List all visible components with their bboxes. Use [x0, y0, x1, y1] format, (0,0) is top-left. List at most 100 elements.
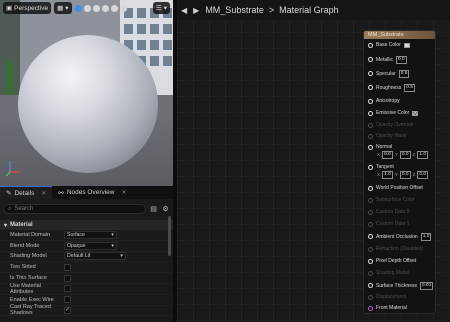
tangent-x-value[interactable]: 1.0 — [382, 171, 393, 179]
section-material-header[interactable]: ▾ Material — [0, 220, 173, 230]
pin-emissive-color[interactable]: Emissive Color — [364, 110, 435, 116]
axis-x-label: X — [377, 172, 381, 178]
chevron-down-icon: ▾ — [111, 242, 114, 249]
pin-icon[interactable] — [368, 164, 373, 170]
pin-tangent[interactable]: Tangent — [364, 164, 435, 170]
cast-ray-traced-shadows-checkbox[interactable]: ✓ — [64, 306, 71, 314]
surface-thickness-value[interactable]: 0.01 — [420, 282, 434, 290]
search-input[interactable]: ⌕ Search — [3, 204, 146, 214]
menu-icon: ☰ — [155, 5, 162, 12]
pin-front-material[interactable]: Front Material — [364, 305, 435, 311]
chevron-down-icon: ▾ — [4, 222, 8, 229]
property-label: Use Material Attributes — [10, 282, 41, 295]
property-label: Cast Ray Traced Shadows — [10, 304, 51, 317]
material-preview-viewport[interactable]: ▣ Perspective ▦ ▾ ☰ ▾ — [0, 0, 173, 186]
is-thin-surface-checkbox[interactable] — [64, 274, 71, 282]
pin-ambient-occlusion[interactable]: Ambient Occlusion 1.0 — [364, 233, 435, 241]
pin-icon[interactable] — [368, 71, 373, 77]
two-sided-checkbox[interactable] — [64, 263, 71, 271]
breadcrumb-material[interactable]: MM_Substrate — [205, 5, 264, 15]
gear-icon[interactable]: ⚙ — [161, 205, 170, 214]
pin-anisotropy[interactable]: Anisotropy — [364, 98, 435, 104]
roughness-value[interactable]: 0.5 — [404, 84, 415, 92]
pin-specular[interactable]: Specular 0.5 — [364, 70, 435, 78]
blend-mode-combo[interactable]: Opaque ▾ — [64, 241, 117, 250]
pin-icon[interactable] — [368, 283, 373, 289]
back-arrow-icon[interactable]: ◀ — [181, 6, 187, 15]
pin-label: Opacity Override — [376, 122, 414, 128]
preview-sphere[interactable] — [18, 35, 158, 173]
pin-label: Ambient Occlusion — [376, 233, 418, 240]
pin-icon[interactable] — [368, 57, 373, 63]
chevron-down-icon: ▾ — [120, 253, 123, 260]
color-swatch[interactable] — [403, 42, 410, 48]
cylinder-preview-icon[interactable] — [92, 4, 100, 12]
pin-surface-thickness[interactable]: Surface Thickness 0.01 — [364, 282, 435, 290]
close-icon[interactable]: ✕ — [41, 190, 46, 197]
pin-metallic[interactable]: Metallic 0.0 — [364, 56, 435, 64]
pin-roughness[interactable]: Roughness 0.5 — [364, 84, 435, 92]
pin-pixel-depth-offset[interactable]: Pixel Depth Offset — [364, 258, 435, 264]
pin-label: Opacity Mask — [376, 133, 407, 139]
pin-icon — [368, 133, 373, 139]
tangent-z-value[interactable]: 0.0 — [417, 171, 428, 179]
color-swatch[interactable] — [412, 110, 419, 116]
pin-icon[interactable] — [368, 305, 373, 311]
details-scrollbar[interactable] — [168, 216, 171, 256]
pin-label: Subsurface Color — [376, 197, 415, 203]
pin-label: Displacement — [376, 294, 407, 300]
pin-normal[interactable]: Normal — [364, 144, 435, 150]
pin-icon[interactable] — [368, 144, 373, 150]
material-output-node[interactable]: MM_Substrate Base Color Metallic 0.0 Spec… — [363, 30, 436, 314]
pin-world-position-offset[interactable]: World Position Offset — [364, 185, 435, 191]
enable-exec-wire-checkbox[interactable] — [64, 296, 71, 304]
shading-model-combo[interactable]: Default Lit ▾ — [64, 252, 126, 261]
teapot-icon[interactable] — [119, 4, 127, 12]
pin-icon[interactable] — [368, 185, 373, 191]
forward-arrow-icon[interactable]: ▶ — [193, 6, 199, 15]
normal-z-value[interactable]: 1.0 — [417, 151, 428, 159]
pin-icon[interactable] — [368, 98, 373, 104]
pin-label: World Position Offset — [376, 185, 423, 191]
tab-nodes-overview[interactable]: ⚯ Nodes Overview ✕ — [52, 186, 132, 199]
view-mode-dropdown[interactable]: ▦ ▾ — [54, 2, 72, 14]
use-material-attributes-checkbox[interactable] — [64, 285, 71, 293]
pin-icon[interactable] — [368, 42, 373, 48]
viewport-menu-button[interactable]: ☰ ▾ — [152, 2, 170, 14]
breadcrumb: MM_Substrate > Material Graph — [205, 5, 338, 15]
pin-icon[interactable] — [368, 85, 373, 91]
material-domain-combo[interactable]: Surface ▾ — [64, 230, 117, 239]
table-view-icon[interactable]: ▤ — [149, 205, 158, 214]
perspective-dropdown[interactable]: ▣ Perspective — [3, 2, 52, 14]
cube-preview-icon[interactable] — [110, 4, 118, 12]
ambient-occlusion-value[interactable]: 1.0 — [420, 233, 432, 241]
axis-gizmo-icon — [5, 161, 20, 177]
normal-x-value[interactable]: 0.0 — [382, 151, 393, 159]
pin-base-color[interactable]: Base Color — [364, 42, 435, 48]
pin-label: Custom Data 1 — [376, 221, 410, 227]
close-icon[interactable]: ✕ — [122, 189, 127, 196]
property-row-use-material-attributes: Use Material Attributes — [0, 282, 173, 295]
pin-label: Specular — [376, 70, 396, 77]
globe-icon[interactable] — [74, 4, 82, 12]
pin-icon[interactable] — [368, 258, 373, 264]
combo-value: Default Lit — [67, 253, 91, 260]
pin-label: Shading Model — [376, 270, 410, 276]
tab-details[interactable]: ✎ Details ✕ — [0, 186, 53, 199]
pin-label: Front Material — [376, 305, 407, 311]
pin-label: Normal — [376, 144, 393, 150]
normal-y-value[interactable]: 0.0 — [399, 151, 411, 159]
normal-vector-fields: X 0.0 Y 0.0 Z 1.0 — [377, 151, 428, 159]
metallic-value[interactable]: 0.0 — [395, 56, 407, 64]
specular-value[interactable]: 0.5 — [398, 70, 410, 78]
pin-icon — [368, 209, 373, 215]
plane-preview-icon[interactable] — [101, 4, 109, 12]
section-title: Material — [10, 222, 33, 228]
pin-icon[interactable] — [368, 234, 373, 240]
pin-shading-model: Shading Model — [364, 270, 435, 276]
details-tabbar: ✎ Details ✕ ⚯ Nodes Overview ✕ — [0, 186, 173, 199]
tangent-y-value[interactable]: 0.0 — [399, 171, 411, 179]
pin-icon[interactable] — [368, 110, 373, 116]
sphere-preview-icon[interactable] — [83, 4, 91, 12]
camera-icon: ▣ — [6, 5, 13, 12]
